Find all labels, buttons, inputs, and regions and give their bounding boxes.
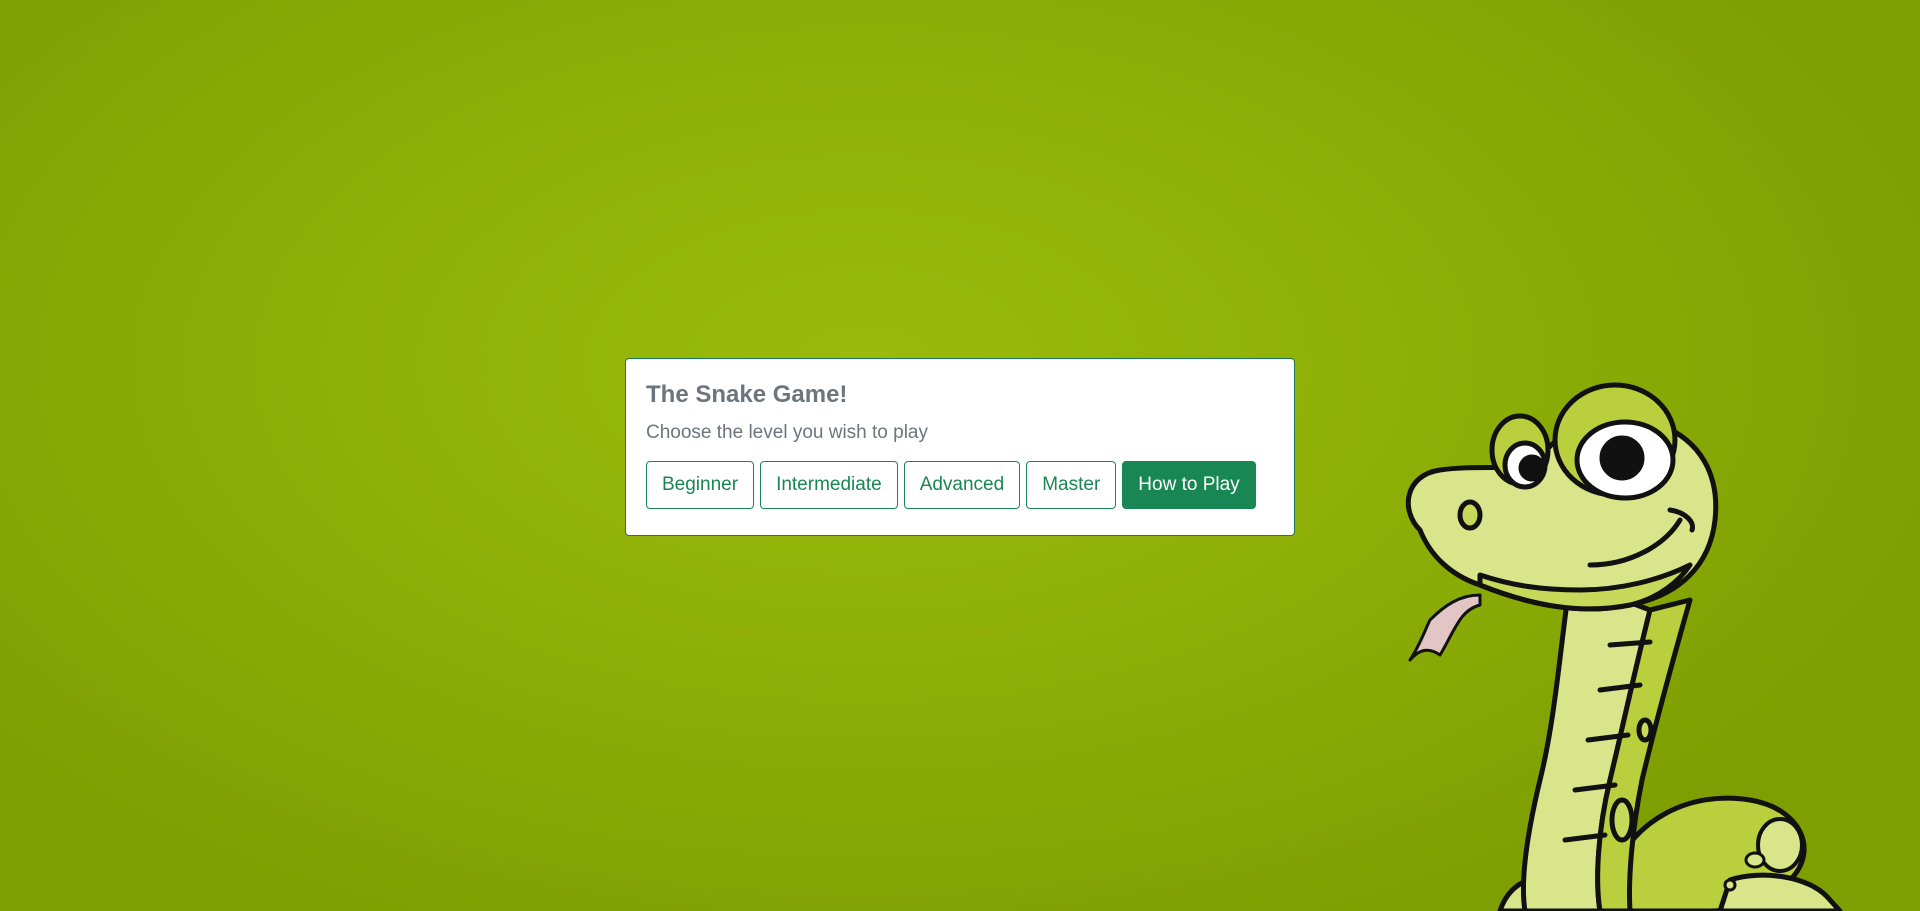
advanced-button[interactable]: Advanced xyxy=(903,461,1021,510)
game-title: The Snake Game! xyxy=(646,381,848,408)
level-prompt: Choose the level you wish to play xyxy=(646,421,928,443)
intermediate-button[interactable]: Intermediate xyxy=(760,461,898,510)
how-to-play-button[interactable]: How to Play xyxy=(1122,461,1256,510)
master-button[interactable]: Master xyxy=(1026,461,1117,510)
cartoon-snake-icon xyxy=(1405,382,1843,911)
level-button-row: Beginner Intermediate Advanced Master Ho… xyxy=(646,461,1274,510)
level-menu-card: The Snake Game! Choose the level you wis… xyxy=(625,358,1295,536)
beginner-button[interactable]: Beginner xyxy=(646,461,755,510)
